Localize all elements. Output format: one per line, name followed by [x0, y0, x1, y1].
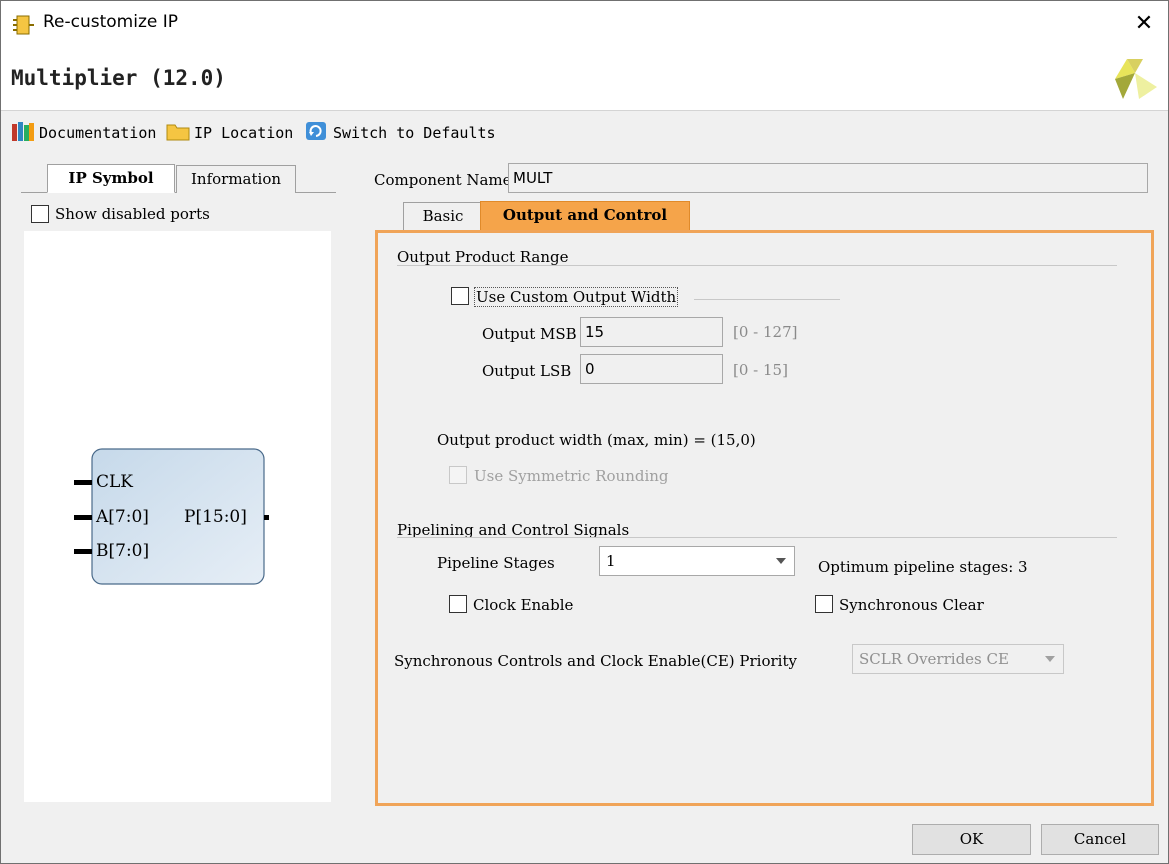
pipeline-stages-select[interactable]: 1 — [599, 546, 795, 576]
ok-button[interactable]: OK — [912, 824, 1031, 855]
custom-width-line — [694, 299, 840, 300]
output-lsb-input[interactable]: 0 — [580, 354, 723, 384]
ip-location-label: IP Location — [194, 124, 294, 142]
documentation-label: Documentation — [39, 124, 157, 142]
folder-icon — [166, 120, 190, 146]
output-msb-range: [0 - 127] — [733, 323, 798, 341]
priority-select[interactable]: SCLR Overrides CE — [852, 644, 1064, 674]
port-b: B[7:0] — [96, 541, 150, 561]
custom-output-width-label: Use Custom Output Width — [474, 287, 679, 307]
synchronous-clear-label: Synchronous Clear — [839, 596, 984, 614]
clock-enable-label: Clock Enable — [473, 596, 574, 614]
priority-label: Synchronous Controls and Clock Enable(CE… — [394, 652, 797, 670]
component-name-input[interactable]: MULT — [508, 163, 1148, 193]
books-icon — [11, 120, 35, 146]
custom-output-width-checkbox[interactable] — [451, 287, 469, 305]
component-name-label: Component Name — [374, 171, 512, 189]
close-icon[interactable]: ✕ — [1129, 9, 1159, 39]
pipeline-stages-label: Pipeline Stages — [437, 554, 555, 572]
output-lsb-label: Output LSB — [482, 362, 572, 380]
pipelining-divider — [397, 537, 1117, 538]
chevron-down-icon — [1045, 656, 1055, 662]
pipeline-stages-value: 1 — [606, 552, 616, 570]
symmetric-rounding-label: Use Symmetric Rounding — [474, 467, 669, 485]
page-title: Multiplier (12.0) — [11, 66, 226, 90]
output-range-divider — [397, 265, 1117, 266]
documentation-button[interactable]: Documentation — [11, 121, 156, 145]
output-msb-label: Output MSB — [482, 325, 577, 343]
xilinx-logo-icon — [1113, 57, 1159, 105]
symbol-canvas: CLK A[7:0] B[7:0] P[15:0] — [24, 231, 331, 802]
output-msb-input[interactable]: 15 — [580, 317, 723, 347]
output-width-text: Output product width (max, min) = (15,0) — [437, 431, 756, 449]
output-lsb-range: [0 - 15] — [733, 361, 788, 379]
refresh-icon — [305, 120, 329, 146]
ip-icon — [11, 13, 37, 41]
header: Multiplier (12.0) — [1, 47, 1168, 111]
ip-location-button[interactable]: IP Location — [166, 121, 293, 145]
tab-output-and-control[interactable]: Output and Control — [480, 201, 690, 231]
output-range-title: Output Product Range — [397, 248, 569, 266]
port-a: A[7:0] — [96, 507, 149, 527]
port-clk: CLK — [96, 472, 133, 492]
title-bar: Re-customize IP ✕ — [1, 1, 1168, 47]
clock-enable-checkbox[interactable] — [449, 595, 467, 613]
cancel-button[interactable]: Cancel — [1041, 824, 1159, 855]
window-title: Re-customize IP — [43, 12, 179, 32]
symmetric-rounding-checkbox[interactable] — [449, 466, 467, 484]
show-disabled-ports-checkbox[interactable] — [31, 205, 49, 223]
show-disabled-ports-label: Show disabled ports — [55, 205, 210, 223]
dialog-window: Re-customize IP ✕ Multiplier (12.0) Docu… — [0, 0, 1169, 864]
switch-to-defaults-button[interactable]: Switch to Defaults — [305, 121, 496, 145]
priority-value: SCLR Overrides CE — [859, 650, 1009, 668]
optimum-stages-text: Optimum pipeline stages: 3 — [818, 558, 1028, 576]
port-p: P[15:0] — [184, 507, 247, 527]
switch-to-defaults-label: Switch to Defaults — [333, 124, 496, 142]
synchronous-clear-checkbox[interactable] — [815, 595, 833, 613]
tab-basic[interactable]: Basic — [403, 202, 483, 230]
options-panel — [375, 230, 1154, 806]
chevron-down-icon — [776, 558, 786, 564]
tab-ip-symbol[interactable]: IP Symbol — [47, 164, 175, 193]
tab-information[interactable]: Information — [176, 165, 296, 193]
